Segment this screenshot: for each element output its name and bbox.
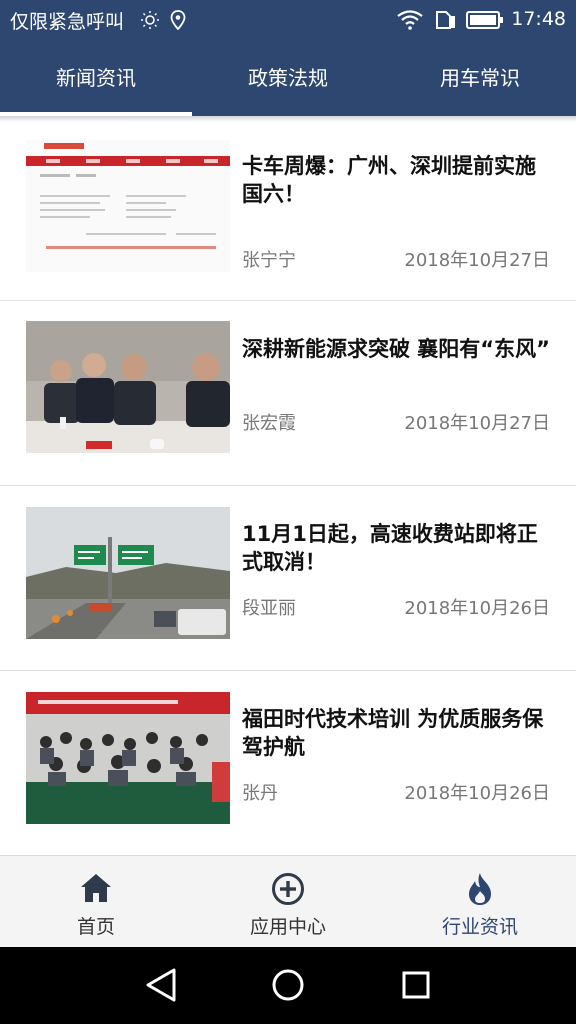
plus-circle-icon	[271, 872, 305, 910]
news-title[interactable]: 11月1日起，高速收费站即将正式取消！	[242, 520, 554, 576]
nav-industry-news-label: 行业资讯	[441, 916, 518, 938]
wifi-icon	[397, 10, 423, 34]
battery-icon	[466, 11, 504, 33]
tab-policy[interactable]: 政策法规	[192, 40, 384, 116]
news-title[interactable]: 卡车周爆：广州、深圳提前实施国六！	[242, 152, 554, 208]
news-item[interactable]: 福田时代技术培训 为优质服务保驾护航 张丹 2018年10月26日	[0, 671, 576, 856]
news-thumbnail-document	[26, 140, 230, 272]
news-thumbnail-highway	[26, 507, 230, 639]
carrier-text: 仅限紧急呼叫	[10, 11, 125, 33]
news-author: 段亚丽	[242, 598, 296, 619]
news-author: 张宁宁	[242, 250, 296, 271]
news-item[interactable]: 卡车周爆：广州、深圳提前实施国六！ 张宁宁 2018年10月27日	[0, 122, 576, 301]
news-author: 张宏霞	[242, 413, 296, 434]
recents-icon[interactable]	[400, 969, 432, 1005]
news-date: 2018年10月26日	[404, 598, 550, 619]
news-date: 2018年10月26日	[404, 783, 550, 804]
nav-industry-news[interactable]: 行业资讯	[384, 856, 576, 947]
tab-car-knowledge[interactable]: 用车常识	[384, 40, 576, 116]
news-author: 张丹	[242, 783, 278, 804]
news-thumbnail-training	[26, 692, 230, 824]
flame-icon	[465, 872, 495, 910]
location-icon	[170, 10, 186, 34]
nav-home-label: 首页	[76, 916, 115, 938]
home-icon	[79, 872, 113, 908]
tab-news[interactable]: 新闻资讯	[0, 40, 192, 116]
back-icon[interactable]	[144, 967, 178, 1007]
news-item[interactable]: 11月1日起，高速收费站即将正式取消！ 段亚丽 2018年10月26日	[0, 486, 576, 671]
nav-home[interactable]: 首页	[0, 856, 192, 947]
clock-text: 17:48	[511, 8, 566, 30]
home-circle-icon[interactable]	[270, 967, 306, 1007]
nav-app-center-label: 应用中心	[249, 916, 326, 938]
status-bar: 仅限紧急呼叫 17:48	[0, 0, 576, 40]
news-date: 2018年10月27日	[404, 413, 550, 434]
news-list: 卡车周爆：广州、深圳提前实施国六！ 张宁宁 2018年10月27日 深耕新能源求…	[0, 122, 576, 856]
news-thumbnail-meeting	[26, 321, 230, 453]
nav-app-center[interactable]: 应用中心	[192, 856, 384, 947]
system-nav-bar	[0, 947, 576, 1024]
news-title[interactable]: 深耕新能源求突破 襄阳有“东风”	[242, 335, 554, 363]
top-tab-bar: 新闻资讯 政策法规 用车常识	[0, 40, 576, 116]
bottom-nav: 首页 应用中心 行业资讯	[0, 855, 576, 947]
news-date: 2018年10月27日	[404, 250, 550, 271]
sim-icon	[435, 10, 457, 34]
brightness-icon	[140, 10, 160, 34]
news-item[interactable]: 深耕新能源求突破 襄阳有“东风” 张宏霞 2018年10月27日	[0, 301, 576, 486]
news-title[interactable]: 福田时代技术培训 为优质服务保驾护航	[242, 705, 554, 761]
